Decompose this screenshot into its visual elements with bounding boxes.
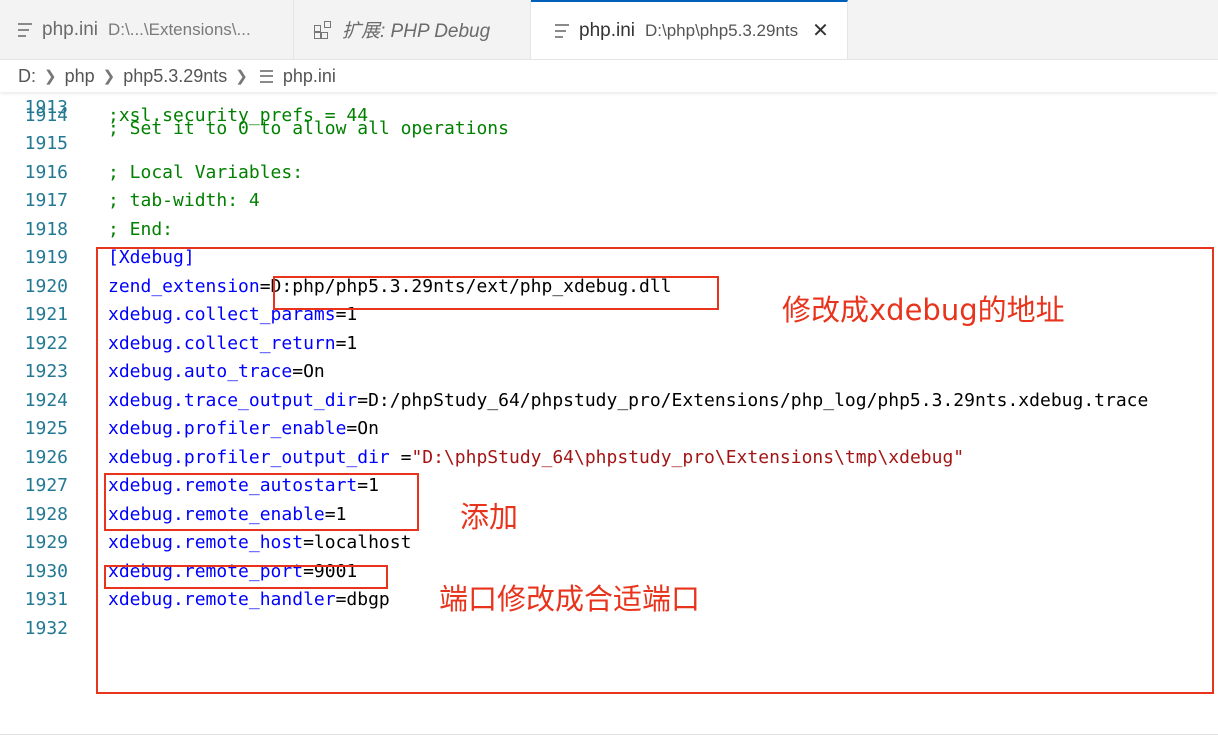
line-number: 1931 <box>24 589 68 610</box>
line-number: 1927 <box>24 475 68 496</box>
breadcrumb-item-file[interactable]: php.ini <box>283 66 336 87</box>
editor-bottom-border <box>0 734 1218 735</box>
chevron-right-icon: ❯ <box>102 68 116 85</box>
remote-port-highlight <box>104 565 388 589</box>
token-comment: ; End: <box>108 218 174 240</box>
breadcrumb-item-folder[interactable]: php5.3.29nts <box>123 66 227 87</box>
tab-extension-php-debug[interactable]: 扩展: PHP Debug <box>294 0 531 59</box>
file-lines-icon <box>18 22 32 37</box>
line-number: 1919 <box>24 247 68 268</box>
code-text: ;xsl.security_prefs = 44 <box>108 105 368 126</box>
remote-settings-highlight <box>104 473 419 531</box>
line-number: 1923 <box>24 361 68 382</box>
code-line: 1918 ; End: <box>0 219 1218 248</box>
code-line: 1914 ;xsl.security_prefs = 44 <box>0 105 1218 134</box>
line-number: 1929 <box>24 532 68 553</box>
file-lines-icon <box>259 69 273 83</box>
line-number: 1924 <box>24 389 68 411</box>
annotation-add: 添加 <box>460 500 519 534</box>
tab-description: D:\php\php5.3.29nts <box>645 20 799 40</box>
line-number: 1921 <box>24 304 68 325</box>
file-lines-icon <box>555 23 569 38</box>
breadcrumb-item-drive[interactable]: D: <box>18 66 36 87</box>
extensions-icon <box>314 20 332 39</box>
annotation-address: 修改成xdebug的地址 <box>782 293 1065 327</box>
breadcrumb: D: ❯ php ❯ php5.3.29nts ❯ php.ini <box>0 60 1218 92</box>
line-number: 1916 <box>24 161 68 183</box>
token-comment: ; Local Variables: <box>108 161 304 183</box>
line-number: 1932 <box>24 617 68 639</box>
tab-php-ini-extensions[interactable]: php.ini D:\...\Extensions\... <box>0 0 294 59</box>
code-line: 1915 <box>0 133 1218 162</box>
tab-title: php.ini <box>579 19 635 41</box>
line-number: 1922 <box>24 332 68 354</box>
line-number: 1925 <box>24 418 68 439</box>
token-comment: ;xsl.security_prefs = 44 <box>108 104 369 126</box>
line-number: 1926 <box>24 446 68 468</box>
tab-description: D:\...\Extensions\... <box>108 19 251 39</box>
code-text: ; End: <box>108 219 173 240</box>
tab-title: 扩展: PHP Debug <box>342 21 491 42</box>
line-number: 1930 <box>24 560 68 582</box>
line-number: 1918 <box>24 218 68 240</box>
code-line: 1916 ; Local Variables: <box>0 162 1218 191</box>
code-line: 1917 ; tab-width: 4 <box>0 190 1218 219</box>
token-comment: ; tab-width: 4 <box>108 190 260 211</box>
line-number: 1920 <box>24 275 68 297</box>
chevron-right-icon: ❯ <box>235 68 248 85</box>
close-icon[interactable]: ✕ <box>812 21 829 41</box>
annotation-port: 端口修改成合适端口 <box>439 582 701 616</box>
line-number: 1917 <box>24 190 68 211</box>
line-number: 1928 <box>24 503 68 525</box>
chevron-right-icon: ❯ <box>44 68 57 85</box>
tab-php-ini-active[interactable]: php.ini D:\php\php5.3.29nts ✕ <box>531 0 848 59</box>
code-text: ; Local Variables: <box>108 162 303 183</box>
extension-path-highlight <box>273 276 719 310</box>
line-number: 1914 <box>24 104 68 126</box>
tab-title: php.ini <box>42 18 98 40</box>
tab-bar: php.ini D:\...\Extensions\... 扩展: PHP De… <box>0 0 1218 60</box>
breadcrumb-item-php[interactable]: php <box>65 66 95 87</box>
code-text: ; tab-width: 4 <box>108 190 260 211</box>
line-number: 1915 <box>24 133 68 154</box>
